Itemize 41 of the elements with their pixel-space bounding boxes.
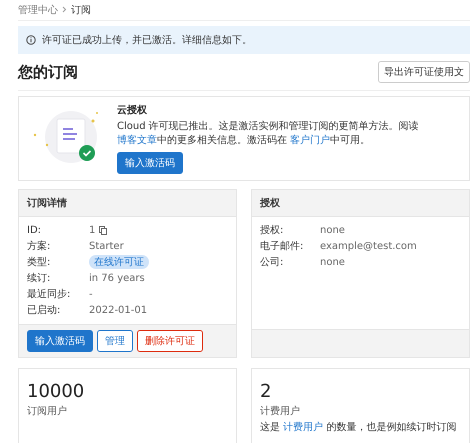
- stat-value: 2: [260, 381, 272, 402]
- alert-text: 许可证已成功上传，并已激活。详细信息如下。: [42, 34, 252, 47]
- field-value: none: [320, 224, 345, 236]
- page-title: 您的订阅: [18, 62, 78, 82]
- copy-icon[interactable]: [99, 226, 108, 234]
- field-label: 续订:: [27, 272, 52, 285]
- field-label: 电子邮件:: [260, 240, 304, 253]
- field-label: 方案:: [27, 240, 52, 253]
- field-value: example@test.com: [320, 240, 417, 252]
- stat-value: 10000: [27, 381, 86, 402]
- link[interactable]: 计费用户: [283, 422, 324, 433]
- breadcrumb-item[interactable]: 订阅: [71, 3, 91, 17]
- field-label: 公司:: [260, 256, 284, 269]
- field-value: in 76 years: [89, 272, 145, 284]
- card-title: 云授权: [117, 104, 148, 117]
- stat-label: 订阅用户: [27, 404, 68, 418]
- stat-label: 计费用户: [260, 404, 301, 418]
- activation-code-button[interactable]: 输入激活码: [117, 152, 183, 174]
- type-badge: 在线许可证: [89, 255, 149, 269]
- field-label: 最近同步:: [27, 288, 72, 301]
- manage-button[interactable]: 管理: [97, 330, 133, 352]
- cloud-description: Cloud 许可现已推出。这是激活实例和管理订阅的更简单方法。阅读 博客文章中的更多相关信息。激活码在 客户门户中可用。: [117, 120, 420, 147]
- field-label: 授权:: [260, 224, 284, 237]
- link[interactable]: 客户门户: [290, 134, 330, 146]
- field-label: 类型:: [27, 256, 52, 269]
- link[interactable]: 博客文章: [117, 134, 157, 146]
- card-title: 授权: [260, 198, 280, 209]
- field-value: 2022-01-01: [89, 304, 148, 316]
- export-button[interactable]: 导出许可证使用文: [378, 61, 470, 83]
- info-icon: [26, 35, 36, 45]
- field-value: 1: [89, 224, 96, 236]
- field-value: -: [89, 288, 93, 300]
- field-value: Starter: [89, 240, 124, 252]
- field-label: ID:: [27, 224, 42, 236]
- breadcrumb-item[interactable]: 管理中心: [18, 3, 58, 17]
- stat-note: 这是 计费用户 的数量，也是例如续订时订阅: [260, 421, 458, 434]
- field-value: none: [320, 256, 345, 268]
- activation-code-button[interactable]: 输入激活码: [27, 330, 93, 352]
- field-label: 已启动:: [27, 304, 62, 317]
- card-title: 订阅详情: [27, 198, 67, 209]
- delete-button[interactable]: 删除许可证: [137, 330, 203, 352]
